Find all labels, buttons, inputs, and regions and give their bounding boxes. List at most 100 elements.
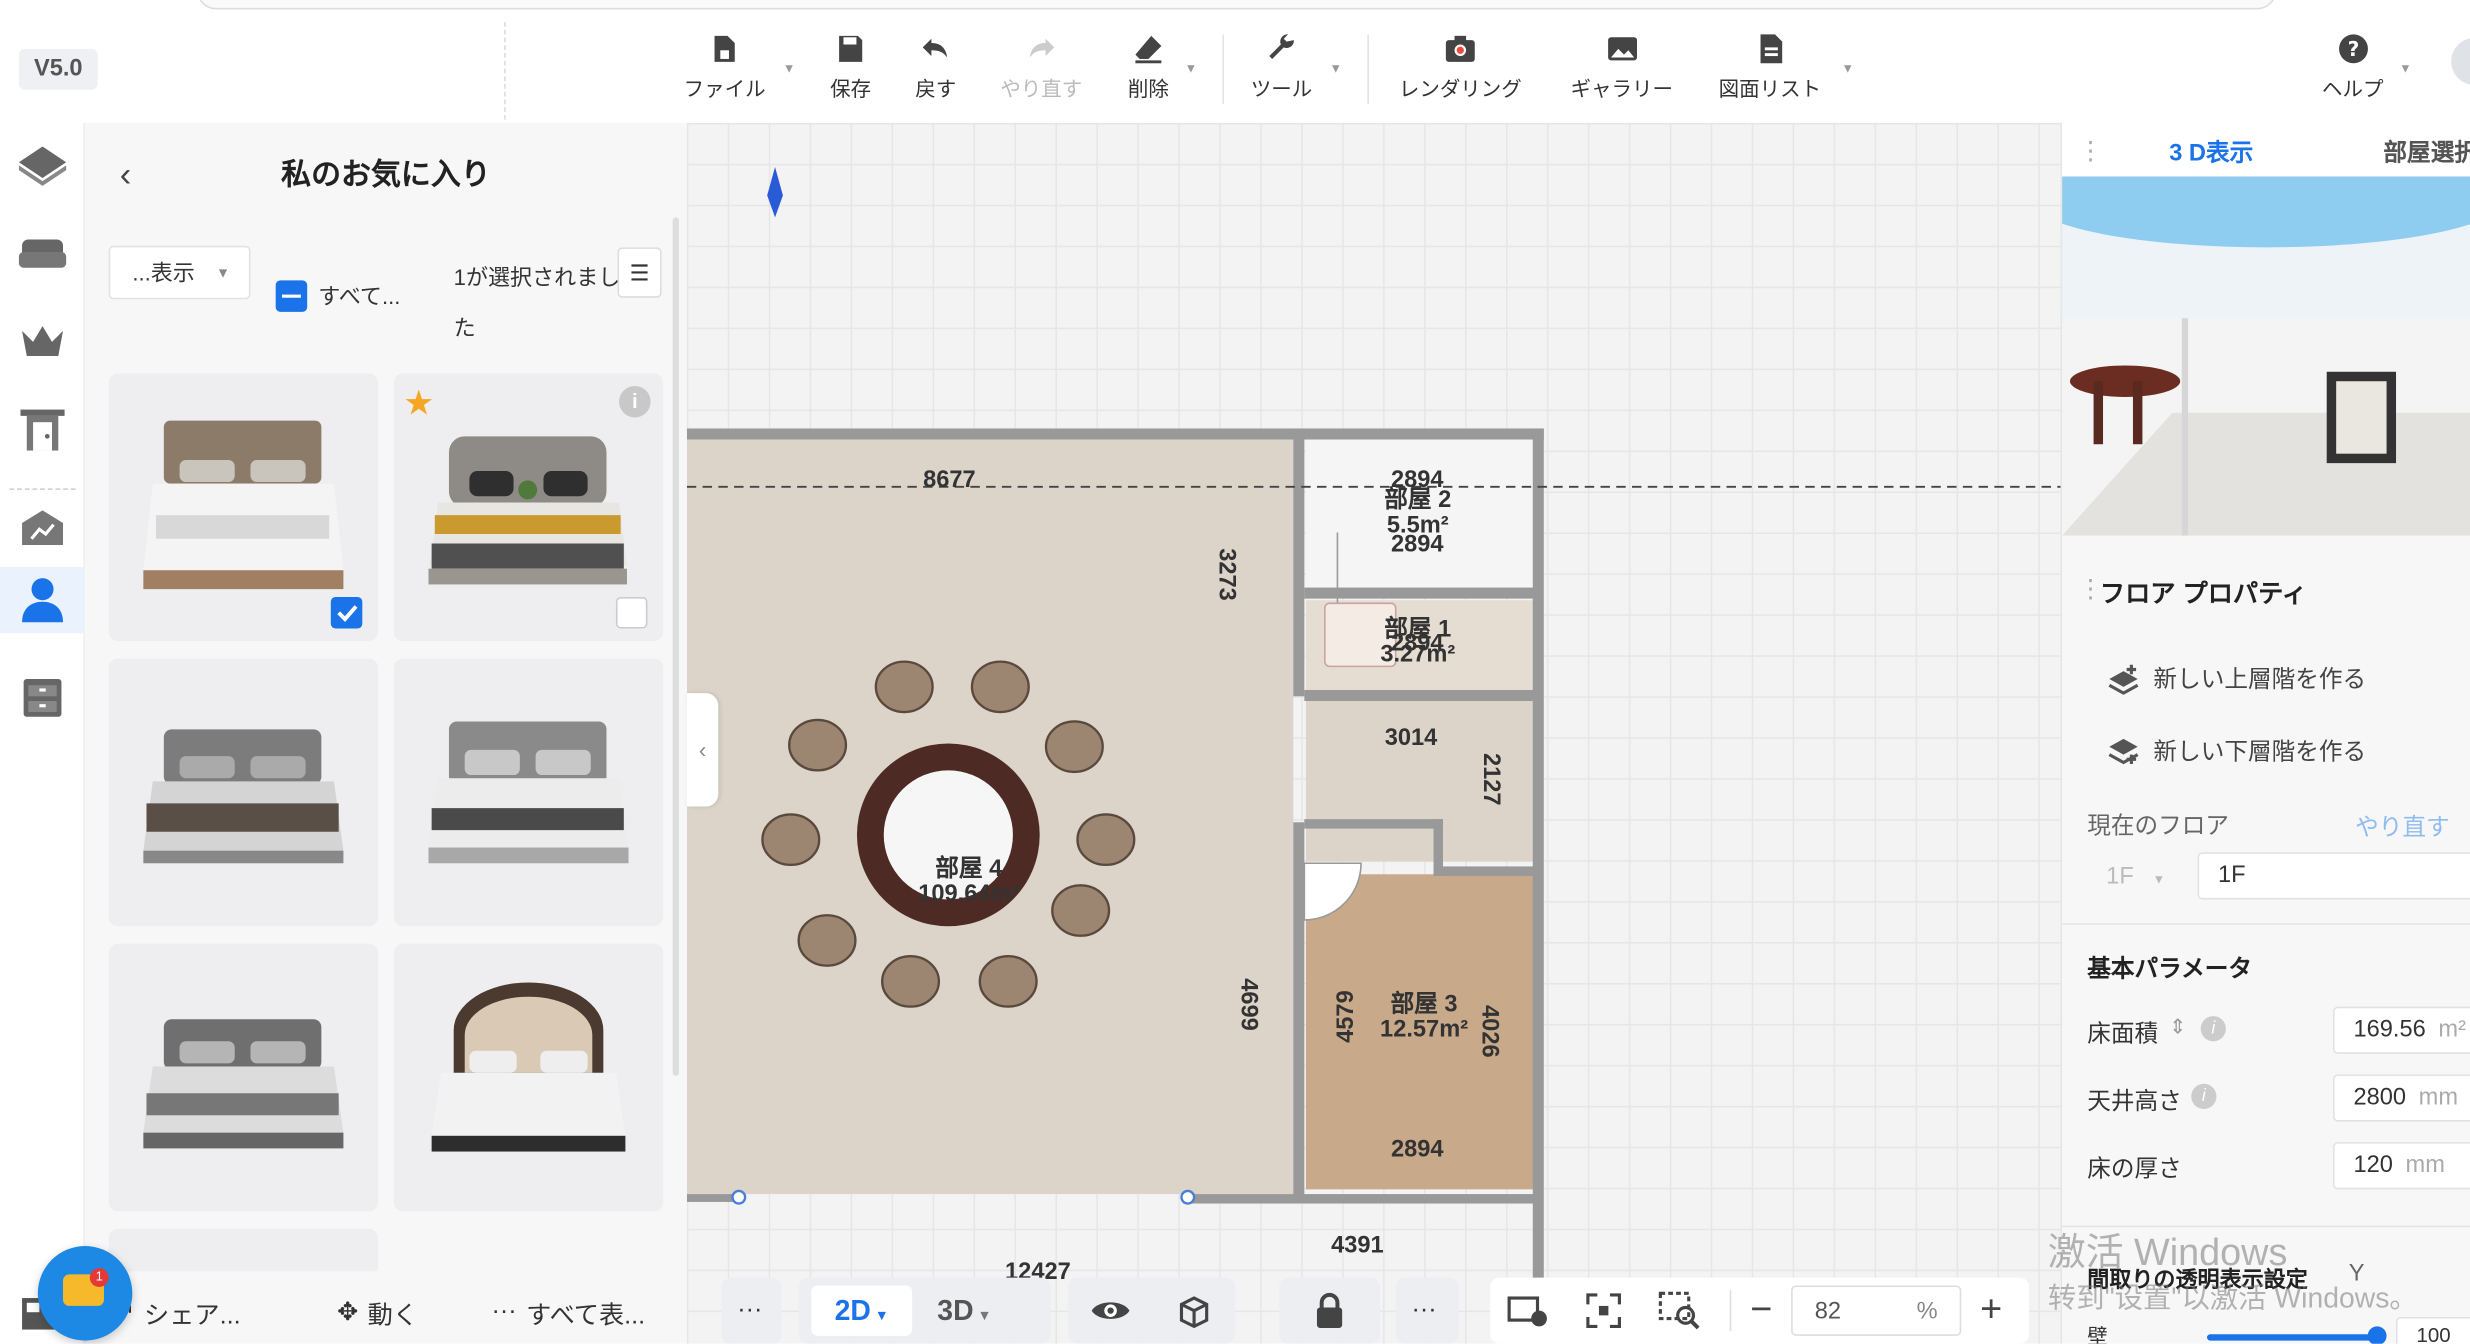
floor-select[interactable]: 1F ▼ — [2087, 854, 2188, 901]
item-checkbox[interactable] — [330, 597, 363, 629]
mode-2d-button[interactable]: 2D ▼ — [811, 1285, 913, 1336]
new-upper-floor-button[interactable]: 新しい上層階を作る — [2106, 662, 2366, 695]
selected-count: 1が選択されました — [453, 264, 621, 341]
redo-button[interactable]: やり直す — [1000, 32, 1082, 103]
wrench-icon — [1268, 34, 1294, 59]
zoom-in-button[interactable]: + — [1980, 1289, 2002, 1333]
avatar[interactable] — [2451, 37, 2470, 86]
floor-name-input[interactable]: 1F — [2197, 852, 2470, 900]
info-icon[interactable]: i — [619, 385, 651, 418]
tools-menu-button[interactable]: ツール — [1251, 32, 1312, 103]
item-checkbox[interactable] — [615, 597, 648, 629]
rail-floor-plan[interactable] — [9, 132, 75, 198]
lock-icon — [1316, 1293, 1343, 1328]
dim-room1-width: 2894 — [1390, 630, 1444, 657]
sort-arrows-icon[interactable]: ⇕ — [2169, 1014, 2186, 1039]
camera-icon — [1445, 35, 1475, 62]
decor-icon — [22, 510, 64, 546]
cube-icon[interactable] — [1175, 1292, 1213, 1330]
sort-button[interactable]: ☰ — [617, 247, 662, 298]
favorite-item-bed-7[interactable] — [108, 1228, 379, 1276]
tab-room-select[interactable]: 部屋選択 — [2383, 135, 2470, 168]
3d-scene-thumbnail — [2062, 176, 2470, 536]
favorite-star-icon[interactable]: ★ — [403, 383, 434, 424]
tab-3d-view[interactable]: 3 D表示 — [2169, 135, 2253, 168]
move-button[interactable]: ✥ 動く — [337, 1293, 418, 1331]
rail-furniture[interactable] — [9, 221, 75, 287]
wall-opacity-input[interactable]: 100 — [2396, 1316, 2470, 1344]
file-menu-button[interactable]: ファイル — [684, 32, 766, 103]
right-tabs: ⋮ 3 D表示 部屋選択 — [2062, 122, 2470, 177]
more-view-button[interactable]: ··· — [1395, 1277, 1459, 1344]
rail-premium[interactable] — [9, 309, 75, 375]
undo-button[interactable]: 戻す — [915, 32, 956, 103]
share-button[interactable]: ↗ シェア... — [113, 1293, 240, 1331]
check-icon — [337, 605, 358, 622]
rendering-button[interactable]: レンダリング — [1399, 32, 1522, 103]
delete-button[interactable]: 削除 — [1128, 32, 1169, 103]
mode-3d-button[interactable]: 3D ▼ — [937, 1294, 991, 1327]
indeterminate-checkbox-icon — [275, 280, 308, 312]
rail-decor[interactable] — [9, 495, 75, 561]
display-filter-dropdown[interactable]: ...表示 ▼ — [108, 245, 251, 300]
select-all-checkbox[interactable]: すべて... — [275, 280, 400, 312]
ceiling-height-input[interactable]: 2800 mm — [2333, 1074, 2470, 1122]
help-button[interactable]: ? ヘルプ — [2322, 32, 2383, 103]
favorite-item-bed-2[interactable]: ★ i — [393, 373, 664, 642]
wall-opacity-slider[interactable] — [2206, 1334, 2381, 1341]
panel-scrollbar[interactable] — [672, 217, 679, 1076]
floor-thickness-input[interactable]: 120 mm — [2333, 1142, 2470, 1190]
chat-support-button[interactable]: 1 — [37, 1246, 133, 1341]
undo-icon — [922, 38, 948, 58]
rail-doors[interactable] — [9, 397, 75, 463]
dim-right-vertical: 2127 — [1477, 752, 1505, 806]
slider-handle[interactable] — [2367, 1326, 2387, 1344]
floor-area-input[interactable]: 169.56 m² — [2333, 1006, 2470, 1054]
new-lower-floor-button[interactable]: 新しい下層階を作る — [2106, 734, 2366, 767]
gallery-button[interactable]: ギャラリー — [1571, 32, 1673, 103]
show-all-button[interactable]: ··· すべて表... — [491, 1293, 645, 1331]
add-layer-icon — [2108, 738, 2139, 764]
chevron-down-icon[interactable]: ▼ — [2399, 61, 2411, 75]
dim-room3-right: 4026 — [1476, 1005, 1503, 1058]
more-icon: ··· — [491, 1298, 517, 1325]
redo-link[interactable]: やり直す — [2355, 810, 2450, 843]
zoom-out-button[interactable]: − — [1750, 1289, 1772, 1333]
eye-icon[interactable] — [1090, 1296, 1131, 1324]
save-button[interactable]: 保存 — [830, 32, 871, 103]
redo-icon — [1029, 38, 1055, 58]
floorplan-canvas[interactable]: 8677 2894 部屋 2 5.5m² 2894 3273 部屋 1 3.27m²… — [686, 122, 2061, 1344]
left-icon-rail — [0, 122, 86, 1344]
chevron-down-icon[interactable]: ▼ — [1842, 61, 1854, 75]
favorite-item-bed-1[interactable] — [108, 373, 379, 642]
more-tools-button[interactable]: ··· — [721, 1277, 782, 1344]
chevron-down-icon: ▼ — [215, 264, 230, 281]
sofa-icon — [18, 239, 67, 268]
crown-icon — [22, 326, 64, 357]
info-icon[interactable]: i — [2191, 1083, 2217, 1110]
favorite-item-bed-6[interactable] — [393, 943, 664, 1212]
rail-my-favorites[interactable] — [0, 567, 86, 634]
floor-properties-title: フロア プロパティ — [2099, 581, 2308, 609]
collapse-panel-button[interactable]: ‹ — [686, 693, 719, 807]
drawing-list-button[interactable]: 図面リスト — [1719, 32, 1821, 103]
bed-thumbnail — [428, 721, 629, 864]
info-icon[interactable]: i — [2200, 1016, 2226, 1042]
zoom-input[interactable]: 82 % — [1791, 1285, 1962, 1336]
rail-cabinets[interactable] — [9, 665, 75, 731]
view-settings-icon[interactable] — [1506, 1292, 1550, 1330]
wall-label: 壁 — [2087, 1324, 2108, 1344]
more-icon: ··· — [1411, 1296, 1437, 1324]
fit-screen-icon[interactable] — [1585, 1292, 1623, 1330]
lock-button[interactable] — [1279, 1277, 1380, 1344]
favorite-item-bed-4[interactable] — [393, 658, 664, 927]
3d-preview[interactable] — [2062, 176, 2470, 536]
eraser-icon — [1135, 35, 1162, 64]
drag-handle-icon[interactable]: ⋮ — [2078, 135, 2103, 167]
chevron-down-icon[interactable]: ▼ — [1185, 61, 1197, 75]
favorite-item-bed-5[interactable] — [108, 943, 379, 1212]
chevron-down-icon[interactable]: ▼ — [1330, 61, 1342, 75]
favorite-item-bed-3[interactable] — [108, 658, 379, 927]
chevron-down-icon[interactable]: ▼ — [783, 61, 795, 75]
zoom-area-icon[interactable] — [1657, 1290, 1701, 1331]
